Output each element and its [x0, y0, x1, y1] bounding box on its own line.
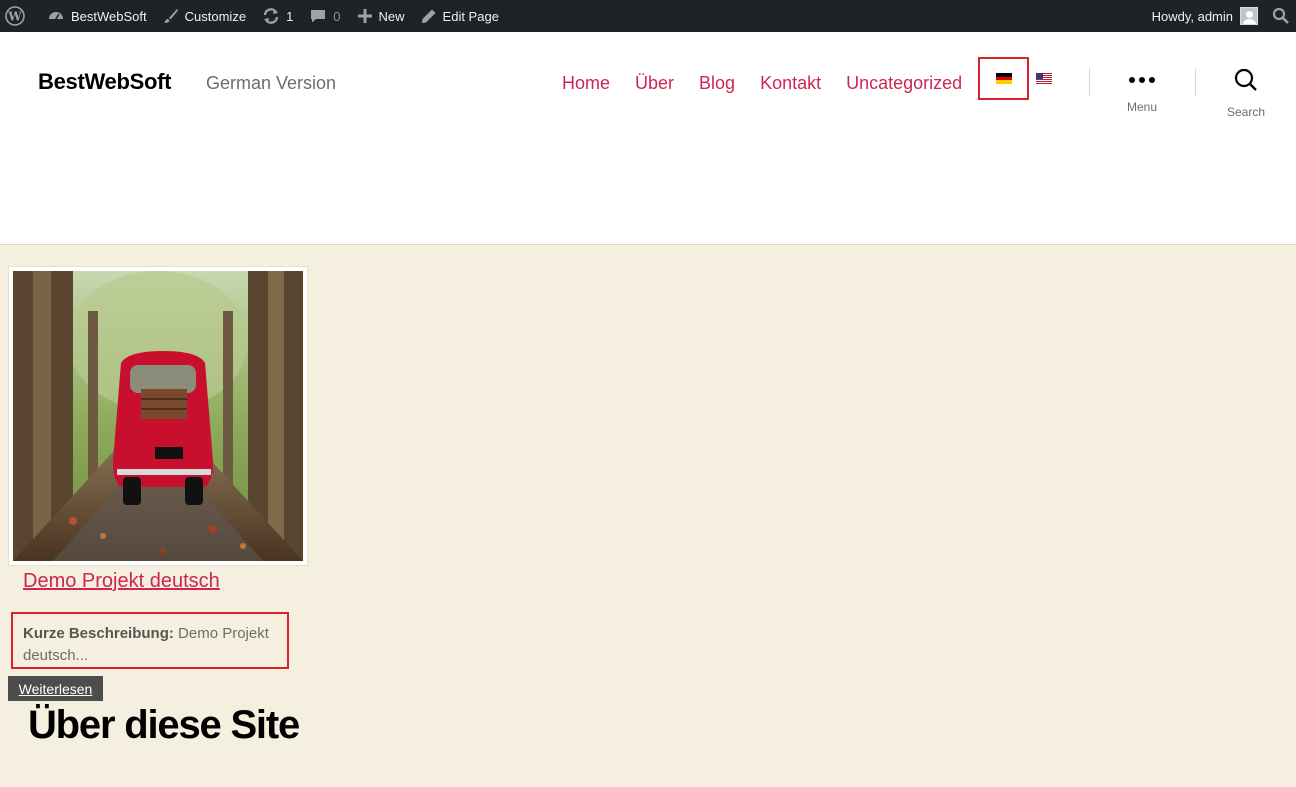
- header-divider: [1089, 68, 1090, 96]
- site-title[interactable]: BestWebSoft: [38, 69, 172, 95]
- menu-label: Menu: [1126, 100, 1158, 114]
- nav-item-kontakt[interactable]: Kontakt: [760, 73, 821, 94]
- comments-link[interactable]: 0: [301, 0, 348, 32]
- site-header: BestWebSoft German Version Home Über Blo…: [0, 32, 1296, 245]
- language-switch-de[interactable]: [978, 57, 1029, 100]
- search-icon: [1272, 7, 1290, 25]
- updates-link[interactable]: 1: [254, 0, 301, 32]
- comments-count: 0: [333, 8, 341, 24]
- pencil-icon: [421, 8, 437, 24]
- customize-link[interactable]: Customize: [155, 0, 254, 32]
- dashboard-icon: [47, 7, 65, 25]
- red-car-photo: [13, 271, 303, 561]
- comment-icon: [309, 7, 327, 25]
- updates-count: 1: [286, 8, 294, 24]
- site-name-label: BestWebSoft: [71, 8, 147, 24]
- avatar: [1240, 7, 1258, 25]
- new-content-menu[interactable]: New: [349, 0, 413, 32]
- admin-bar: W BestWebSoft Customize 1 0 New Edit Pag…: [0, 0, 1296, 32]
- wordpress-icon: W: [5, 6, 25, 26]
- post-title-link[interactable]: Demo Projekt deutsch: [23, 570, 220, 593]
- nav-item-uncategorized[interactable]: Uncategorized: [846, 73, 962, 94]
- updates-icon: [262, 7, 280, 25]
- site-name-menu[interactable]: BestWebSoft: [33, 0, 155, 32]
- read-more-button[interactable]: Weiterlesen: [8, 676, 103, 701]
- my-account-menu[interactable]: Howdy, admin: [1144, 0, 1266, 32]
- search-icon: [1234, 68, 1258, 97]
- german-flag-icon: [995, 73, 1012, 85]
- us-flag-icon: [1036, 73, 1052, 84]
- more-dots-icon: [1129, 68, 1155, 92]
- widget-title: Über diese Site: [28, 703, 300, 747]
- menu-toggle[interactable]: Menu: [1112, 68, 1172, 114]
- edit-page-label: Edit Page: [442, 8, 499, 24]
- nav-item-ueber[interactable]: Über: [635, 73, 674, 94]
- search-toggle[interactable]: Search: [1216, 68, 1276, 119]
- post-thumbnail[interactable]: [8, 266, 308, 566]
- svg-text:W: W: [7, 10, 22, 24]
- search-label: Search: [1226, 105, 1266, 119]
- language-switch-en[interactable]: [1033, 57, 1055, 100]
- new-label: New: [378, 8, 405, 24]
- post-excerpt: Kurze Beschreibung: Demo Projekt deutsch…: [11, 612, 289, 669]
- primary-menu: Home Über Blog Kontakt Uncategorized: [562, 73, 987, 94]
- brush-icon: [163, 8, 179, 24]
- site-description: German Version: [206, 73, 337, 93]
- plus-icon: [357, 8, 373, 24]
- wp-logo-button[interactable]: W: [0, 0, 33, 32]
- header-divider: [1195, 68, 1196, 96]
- admin-search-button[interactable]: [1266, 0, 1296, 32]
- nav-item-blog[interactable]: Blog: [699, 73, 735, 94]
- customize-label: Customize: [184, 8, 247, 24]
- howdy-label: Howdy, admin: [1151, 8, 1233, 24]
- excerpt-label: Kurze Beschreibung:: [23, 625, 174, 642]
- nav-item-home[interactable]: Home: [562, 73, 610, 94]
- edit-page-link[interactable]: Edit Page: [413, 0, 507, 32]
